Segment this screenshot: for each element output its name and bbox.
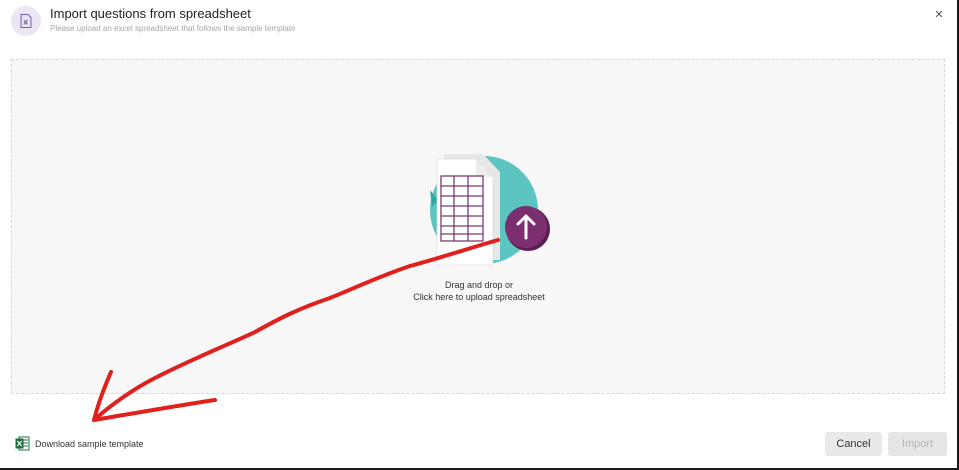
download-template-label: Download sample template xyxy=(35,438,144,449)
dropzone-line1: Drag and drop or xyxy=(444,280,514,290)
upload-dropzone[interactable]: Drag and drop or Click here to upload sp… xyxy=(11,59,945,394)
dialog-title: Import questions from spreadsheet xyxy=(50,6,251,21)
dropzone-line2: Click here to upload spreadsheet xyxy=(413,292,545,302)
close-icon[interactable]: ✕ xyxy=(932,8,946,22)
download-template-link[interactable]: Download sample template xyxy=(15,436,144,451)
cancel-button[interactable]: Cancel xyxy=(825,432,882,456)
upload-spreadsheet-icon xyxy=(430,154,550,266)
excel-file-icon xyxy=(11,6,41,36)
dropzone-text: Drag and drop or Click here to upload sp… xyxy=(379,279,579,303)
dialog-subtitle: Please upload an excel spreadsheet that … xyxy=(50,24,296,33)
import-button[interactable]: Import xyxy=(888,432,947,456)
excel-icon xyxy=(15,436,30,451)
